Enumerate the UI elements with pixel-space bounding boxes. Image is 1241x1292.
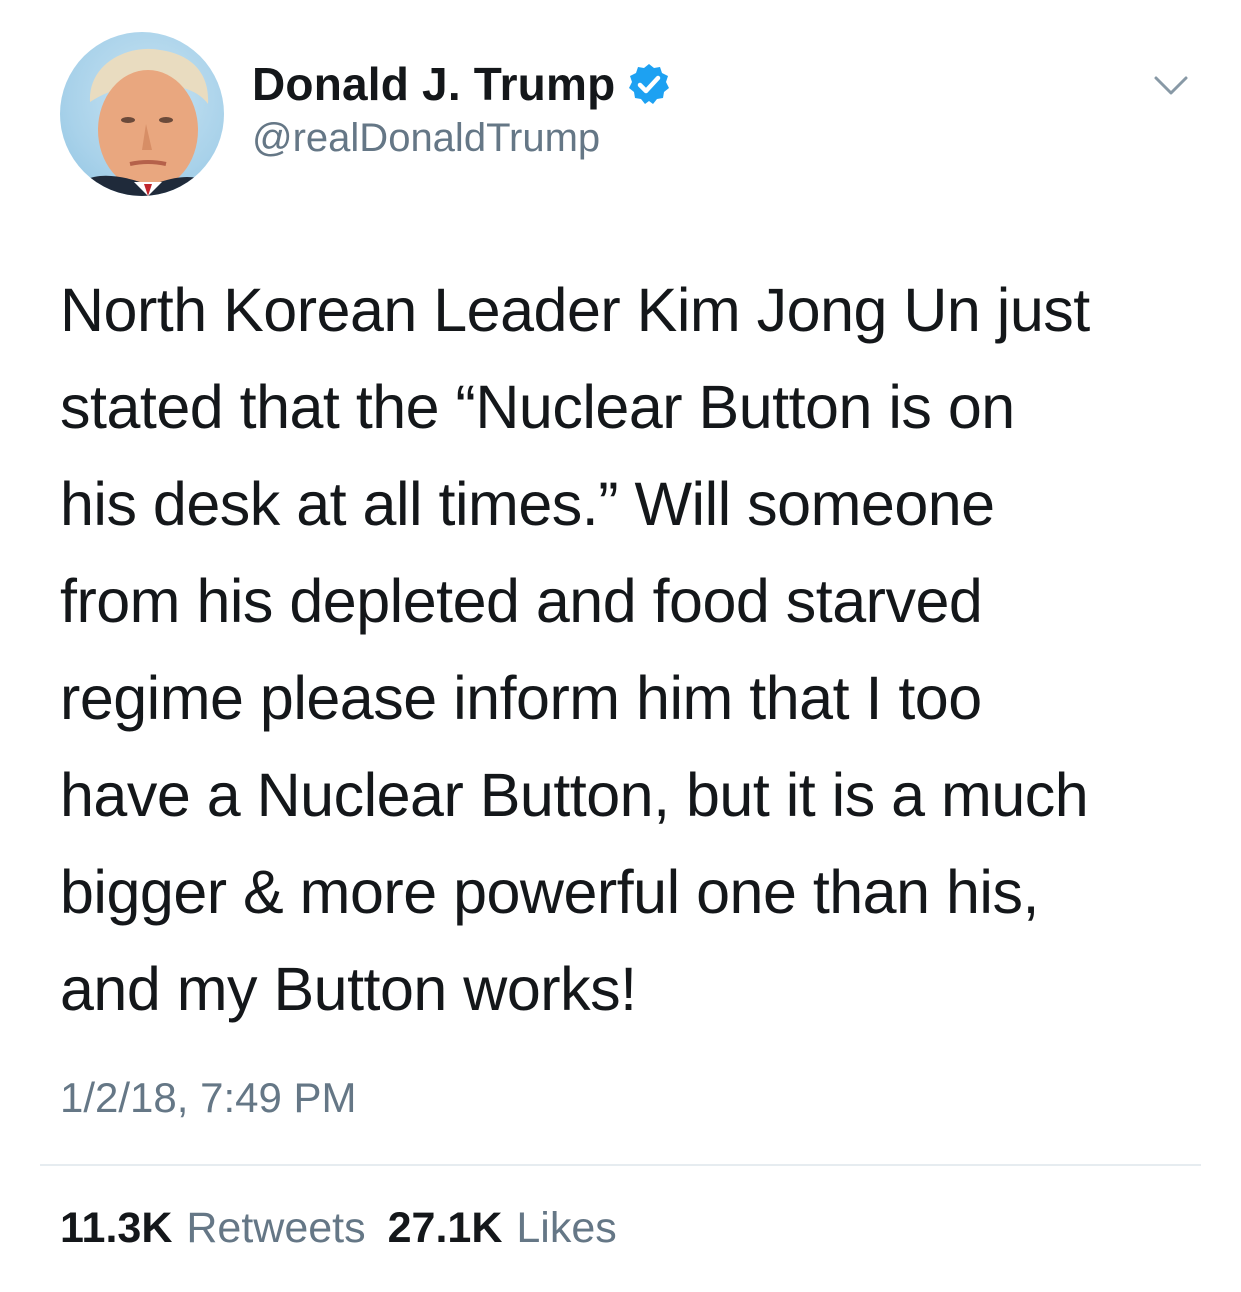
verified-badge-icon xyxy=(627,62,671,106)
tweet-text-line: regime please inform him that I too xyxy=(60,664,982,732)
likes-stat[interactable]: 27.1K Likes xyxy=(388,1204,617,1253)
tweet-text-line: stated that the “Nuclear Button is on xyxy=(60,373,1015,441)
chevron-down-icon[interactable] xyxy=(1150,64,1192,106)
profile-photo-icon xyxy=(70,48,224,196)
divider xyxy=(40,1164,1201,1166)
tweet-text-line: bigger & more powerful one than his, xyxy=(60,858,1039,926)
tweet-text-line: North Korean Leader Kim Jong Un just xyxy=(60,276,1090,344)
tweet-card: Donald J. Trump @realDonaldTrump North K… xyxy=(0,0,1241,1292)
retweets-count: 11.3K xyxy=(60,1204,173,1252)
tweet-text-line: his desk at all times.” Will someone xyxy=(60,470,995,538)
engagement-stats: 11.3K Retweets 27.1K Likes xyxy=(60,1204,639,1253)
tweet-text-line: and my Button works! xyxy=(60,955,637,1023)
likes-count: 27.1K xyxy=(387,1204,503,1252)
likes-label: Likes xyxy=(516,1204,617,1252)
retweets-label: Retweets xyxy=(186,1204,366,1252)
tweet-text-line: from his depleted and food starved xyxy=(60,567,983,635)
tweet-timestamp[interactable]: 1/2/18, 7:49 PM xyxy=(60,1074,357,1122)
tweet-text-line: have a Nuclear Button, but it is a much xyxy=(60,761,1089,829)
avatar[interactable] xyxy=(60,32,224,196)
user-handle[interactable]: @realDonaldTrump xyxy=(252,116,600,161)
retweets-stat[interactable]: 11.3K Retweets xyxy=(60,1204,366,1253)
author-name-row: Donald J. Trump xyxy=(252,56,671,112)
display-name[interactable]: Donald J. Trump xyxy=(252,57,615,111)
tweet-text: North Korean Leader Kim Jong Un just sta… xyxy=(60,262,1200,1038)
